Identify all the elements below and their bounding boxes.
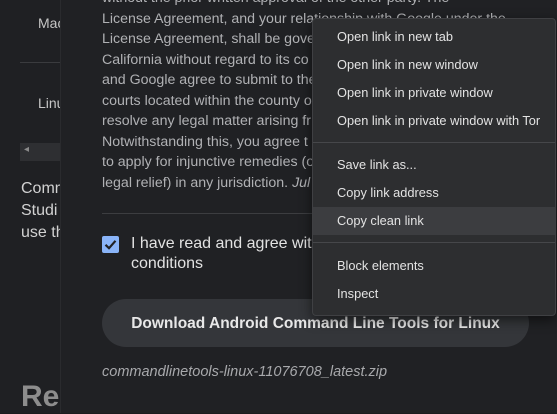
menu-item-open-private-tor[interactable]: Open link in private window with Tor (313, 107, 555, 135)
context-menu: Open link in new tab Open link in new wi… (312, 18, 556, 316)
section-heading: Re (21, 380, 60, 413)
license-date: Jul (292, 174, 311, 191)
scroll-left-icon[interactable]: ◂ (24, 144, 29, 155)
menu-item-copy-link-address[interactable]: Copy link address (313, 179, 555, 207)
license-line-text: legal relief) in any jurisdiction. (102, 174, 289, 191)
checkmark-icon (104, 240, 117, 250)
menu-item-inspect[interactable]: Inspect (313, 280, 555, 308)
menu-item-save-link-as[interactable]: Save link as... (313, 151, 555, 179)
menu-item-open-new-tab[interactable]: Open link in new tab (313, 23, 555, 51)
menu-item-copy-clean-link[interactable]: Copy clean link (313, 207, 555, 235)
menu-item-open-new-window[interactable]: Open link in new window (313, 51, 555, 79)
license-line: without the prior written approval of th… (102, 0, 522, 9)
menu-item-open-private-window[interactable]: Open link in private window (313, 79, 555, 107)
divider (20, 62, 60, 63)
menu-separator (313, 142, 555, 143)
menu-item-block-elements[interactable]: Block elements (313, 252, 555, 280)
agree-checkbox[interactable] (102, 236, 119, 253)
download-filename: commandlinetools-linux-11076708_latest.z… (102, 364, 388, 380)
menu-separator (313, 242, 555, 243)
